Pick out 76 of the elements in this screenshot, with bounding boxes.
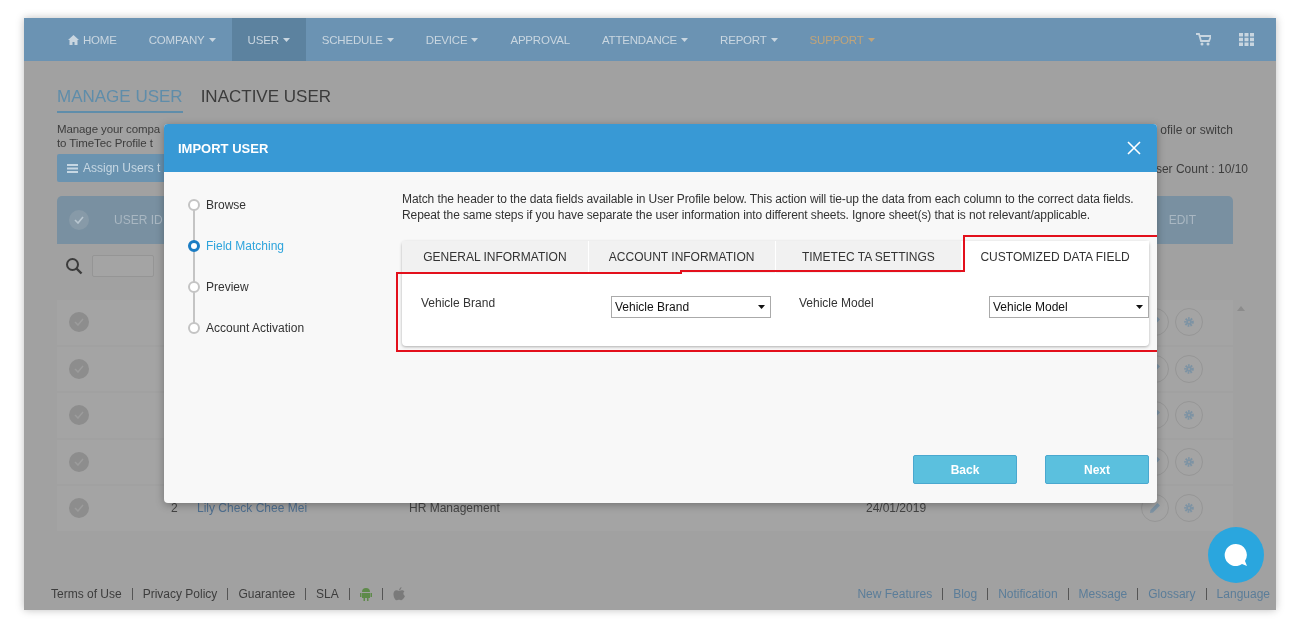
search-icon[interactable]: [65, 257, 83, 275]
table-cell: 24/01/2019: [866, 501, 927, 516]
caret-icon: [386, 37, 394, 42]
nav-item[interactable]: HOME: [52, 18, 133, 61]
caret-icon: [867, 37, 875, 42]
nav-item[interactable]: COMPANY: [132, 18, 232, 61]
description-text: Manage your compa: [57, 123, 161, 135]
apple-icon[interactable]: [392, 586, 405, 601]
user-count: ser Count : 10/10: [1155, 162, 1248, 176]
caret-icon: [681, 37, 689, 42]
home-icon: [68, 34, 79, 45]
footer-link[interactable]: Guarantee: [238, 586, 296, 601]
gear-icon: [1183, 455, 1195, 468]
footer-link[interactable]: Language: [1216, 586, 1270, 601]
nav-item[interactable]: REPORT: [704, 18, 794, 61]
row-checkbox[interactable]: [69, 498, 89, 519]
nav-item[interactable]: USER: [231, 18, 306, 61]
cart-icon[interactable]: [1196, 33, 1211, 46]
dropdown[interactable]: Vehicle Brand: [611, 296, 771, 318]
table-cell-text: HR Management: [409, 501, 501, 516]
field-label: Vehicle Model: [799, 296, 875, 310]
description-text: to TimeTec Profile t: [57, 137, 154, 149]
nav-item[interactable]: ATTENDANCE: [585, 18, 705, 61]
check-icon: [74, 216, 84, 224]
gear-icon: [1183, 362, 1195, 375]
list-icon: [67, 163, 78, 173]
row-checkbox[interactable]: [69, 451, 89, 472]
tab[interactable]: GENERAL INFORMATION: [402, 241, 589, 273]
page-tab[interactable]: INACTIVE USER: [200, 87, 331, 113]
tab[interactable]: CUSTOMIZED DATA FIELD: [962, 241, 1149, 273]
description-text: ofile or switch: [1160, 123, 1233, 139]
caret-icon: [758, 305, 765, 309]
footer-link[interactable]: Privacy Policy: [142, 586, 218, 601]
caret-icon: [770, 37, 778, 42]
caret-icon: [1136, 305, 1143, 309]
row-checkbox[interactable]: [69, 312, 89, 333]
step-label[interactable]: Browse: [206, 197, 246, 212]
step-label[interactable]: Preview: [206, 279, 249, 294]
dialog-title: IMPORT USER: [178, 140, 269, 156]
gear-icon: [1183, 409, 1195, 422]
select-all-checkbox[interactable]: [69, 210, 89, 230]
row-checkbox[interactable]: [69, 358, 89, 379]
caret-icon: [208, 37, 216, 42]
nav-item[interactable]: SUPPORT: [793, 18, 891, 61]
tab[interactable]: TIMETEC TA SETTINGS: [775, 241, 963, 273]
step-label[interactable]: Account Activation: [206, 320, 305, 335]
nav-item[interactable]: SCHEDULE: [305, 18, 410, 61]
footer-link[interactable]: Blog: [953, 586, 978, 601]
gear-icon: [1183, 502, 1195, 515]
footer-link[interactable]: Notification: [998, 586, 1058, 601]
android-icon[interactable]: [359, 586, 372, 601]
footer-link[interactable]: Terms of Use: [51, 586, 122, 601]
gear-icon: [1183, 316, 1195, 329]
footer-link[interactable]: New Features: [857, 586, 933, 601]
instruction-text: Match the header to the data fields available in User Profile below. This action will tie-up the data from each column to the correct data fields. Repeat the same steps if you have separate the user information into different sheets. Ignore sheet(s) that is not relevant/applicable.: [402, 191, 1135, 223]
dropdown[interactable]: Vehicle Model: [989, 296, 1149, 318]
caret-icon: [471, 37, 479, 42]
step-label[interactable]: Field Matching: [206, 238, 285, 253]
caret-icon: [282, 37, 290, 42]
grid-icon[interactable]: [1239, 33, 1254, 46]
user-name-link[interactable]: Lily Check Chee Mei: [197, 501, 409, 516]
nav-item[interactable]: APPROVAL: [494, 18, 586, 61]
close-icon[interactable]: [1127, 141, 1141, 155]
footer-link[interactable]: Message: [1078, 586, 1128, 601]
speech-bubble-icon: [1223, 542, 1249, 568]
table-cell-text: 2: [171, 501, 179, 516]
dialog-button[interactable]: Back: [913, 455, 1017, 484]
field-label: Vehicle Brand: [421, 296, 497, 310]
page-tab[interactable]: MANAGE USER: [57, 87, 183, 113]
footer-link[interactable]: Glossary: [1148, 586, 1196, 601]
nav-item[interactable]: DEVICE: [409, 18, 495, 61]
dialog-button[interactable]: Next: [1045, 455, 1149, 484]
chat-button[interactable]: [1208, 527, 1264, 583]
row-checkbox[interactable]: [69, 405, 89, 426]
footer-link[interactable]: SLA: [316, 586, 339, 601]
tab[interactable]: ACCOUNT INFORMATION: [588, 241, 776, 273]
